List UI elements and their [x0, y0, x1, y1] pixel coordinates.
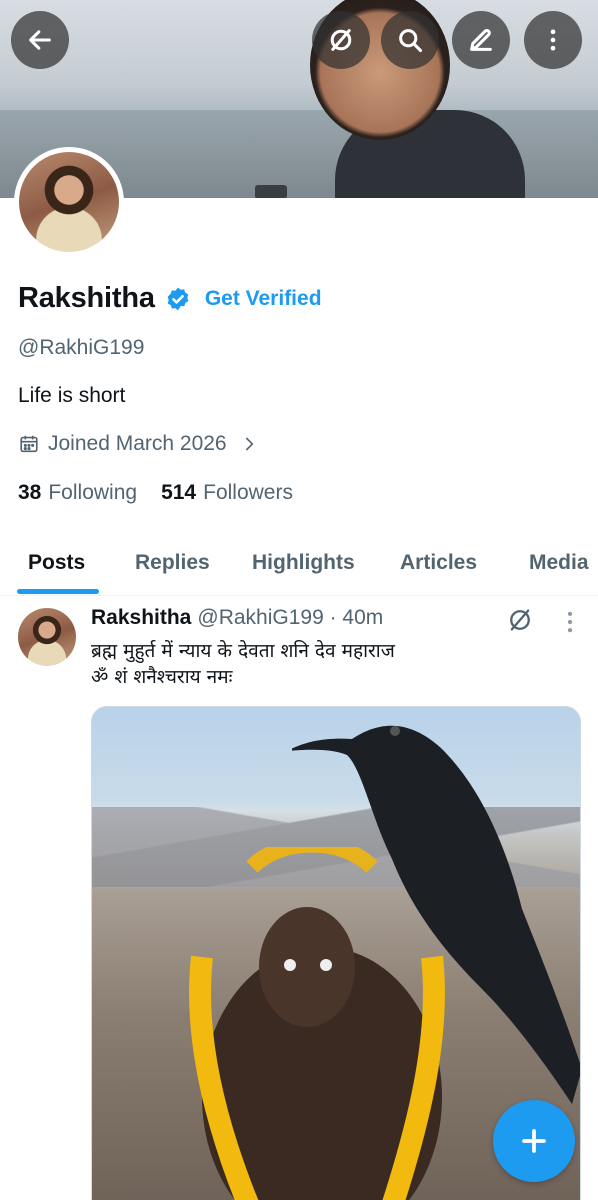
grok-icon	[330, 29, 352, 51]
search-button[interactable]	[381, 11, 439, 69]
verified-badge-icon[interactable]	[165, 286, 191, 312]
more-vertical-icon	[550, 29, 556, 51]
joined-label: Joined March 2026	[48, 432, 227, 455]
post-more-button[interactable]	[556, 608, 580, 636]
active-tab-indicator	[17, 589, 99, 594]
post-grok-button[interactable]	[506, 606, 534, 634]
tab-highlights[interactable]: Highlights	[252, 530, 355, 596]
profile-bio: Life is short	[18, 384, 126, 407]
following-label: Following	[48, 481, 138, 504]
profile-name: Rakshitha	[18, 282, 155, 314]
following-link[interactable]: 38 Following	[18, 481, 137, 505]
follow-stats: 38 Following 514 Followers	[18, 481, 317, 505]
profile-avatar[interactable]	[14, 147, 124, 257]
back-button[interactable]	[11, 11, 69, 69]
joined-date[interactable]: Joined March 2026	[18, 432, 265, 456]
edit-icon	[470, 29, 492, 51]
banner-camera	[255, 185, 287, 198]
edit-profile-button[interactable]	[452, 11, 510, 69]
post-author-handle: @RakhiG199 · 40m	[197, 606, 384, 629]
profile-tabs: Posts Replies Highlights Articles Media	[0, 530, 598, 596]
followers-count: 514	[161, 481, 197, 504]
followers-label: Followers	[203, 481, 293, 504]
grok-button[interactable]	[312, 11, 370, 69]
profile-handle: @RakhiG199	[18, 336, 145, 359]
search-icon	[399, 29, 423, 53]
plus-icon	[522, 1129, 546, 1153]
tab-replies[interactable]: Replies	[135, 530, 210, 596]
tab-articles[interactable]: Articles	[400, 530, 477, 596]
post-author-name[interactable]: Rakshitha	[91, 606, 191, 630]
more-vertical-icon	[567, 611, 573, 633]
more-options-button[interactable]	[524, 11, 582, 69]
post-text-line: ॐ शं शनैश्चराय नमः	[91, 666, 233, 688]
followers-link[interactable]: 514 Followers	[161, 481, 293, 505]
arrow-left-icon	[29, 30, 51, 50]
grok-icon	[510, 609, 530, 631]
get-verified-link[interactable]: Get Verified	[205, 287, 322, 311]
following-count: 38	[18, 481, 42, 504]
tab-media[interactable]: Media	[529, 530, 589, 596]
post-text-line: ब्रह्म मुहुर्त में न्याय के देवता शनि दे…	[91, 640, 395, 662]
avatar-image	[19, 152, 119, 252]
calendar-icon	[20, 435, 38, 453]
post-text: ब्रह्म मुहुर्त में न्याय के देवता शनि दे…	[91, 638, 581, 690]
compose-post-button[interactable]	[493, 1100, 575, 1182]
post-header: Rakshitha @RakhiG199 · 40m	[91, 606, 383, 630]
post-author-avatar[interactable]	[18, 608, 76, 666]
tab-posts[interactable]: Posts	[28, 530, 85, 596]
profile-name-row: Rakshitha Get Verified	[18, 282, 322, 315]
chevron-right-icon	[245, 437, 254, 451]
idol-figure	[189, 847, 445, 1200]
